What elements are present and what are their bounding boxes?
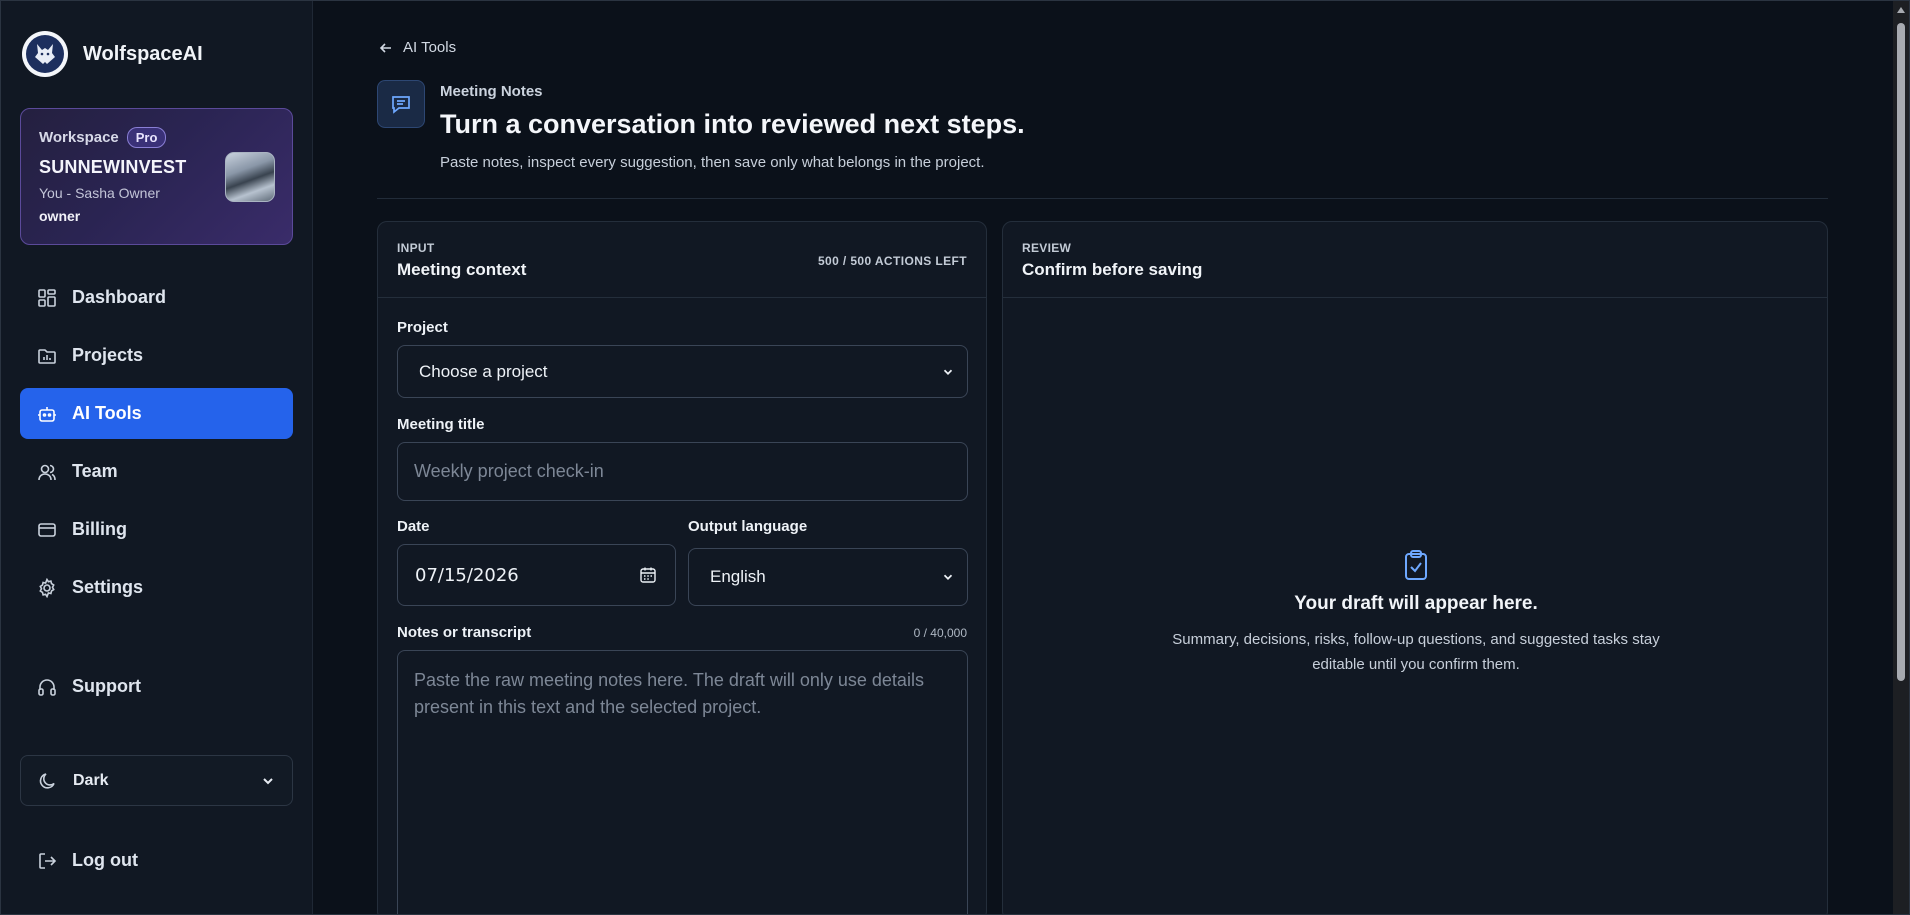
sidebar-item-label: Team (72, 461, 118, 481)
gear-icon (36, 577, 58, 599)
empty-title: Your draft will appear here. (1294, 593, 1538, 614)
brand-name: WolfspaceAI (83, 42, 203, 65)
logout-button[interactable]: Log out (20, 835, 293, 886)
headphones-icon (36, 676, 58, 698)
project-label: Project (397, 319, 448, 336)
output-language-value: English (710, 567, 766, 586)
back-link-label: AI Tools (403, 39, 457, 56)
chevron-down-icon (941, 365, 955, 379)
sidebar-item-label: AI Tools (72, 403, 142, 423)
chevron-down-icon (941, 570, 955, 584)
notes-placeholder: Paste the raw meeting notes here. The dr… (414, 670, 924, 717)
sidebar-item-settings[interactable]: Settings (20, 562, 293, 613)
output-language-select[interactable]: English (688, 548, 968, 606)
logout-label: Log out (72, 850, 138, 870)
back-link[interactable]: AI Tools (378, 39, 456, 56)
sidebar-item-label: Projects (72, 345, 144, 365)
sidebar-item-label: Settings (72, 577, 144, 597)
review-panel: REVIEW Confirm before saving Your draft … (1002, 221, 1828, 915)
scroll-up-arrow-icon[interactable] (1897, 7, 1905, 13)
credit-card-icon (36, 519, 58, 541)
sidebar-item-support[interactable]: Support (20, 661, 293, 712)
main-content: AI Tools Meeting Notes Turn a conversati… (314, 1, 1892, 915)
chevron-down-icon (260, 773, 276, 789)
sidebar-nav: Dashboard Projects AI Tools Team Billing… (20, 272, 293, 620)
meeting-title-placeholder: Weekly project check-in (414, 461, 604, 481)
sidebar-item-label: Billing (72, 519, 127, 539)
moon-icon (37, 770, 59, 792)
notes-char-counter: 0 / 40,000 (913, 626, 967, 640)
users-icon (36, 461, 58, 483)
date-label: Date (397, 518, 430, 535)
page-subtitle: Paste notes, inspect every suggestion, t… (440, 154, 985, 171)
review-eyebrow: REVIEW (1022, 241, 1072, 255)
sidebar-item-label: Support (72, 676, 141, 696)
workspace-avatar (225, 152, 275, 202)
robot-icon (36, 403, 58, 425)
notes-label: Notes or transcript (397, 624, 532, 641)
meeting-title-input[interactable]: Weekly project check-in (397, 442, 968, 501)
meeting-title-label: Meeting title (397, 416, 485, 433)
folder-icon (36, 345, 58, 367)
workspace-role: owner (39, 208, 81, 224)
sidebar-item-label: Dashboard (72, 287, 167, 307)
brand[interactable]: WolfspaceAI (22, 31, 203, 77)
project-select[interactable]: Choose a project (397, 345, 968, 398)
empty-description: Summary, decisions, risks, follow-up que… (1172, 631, 1660, 673)
theme-select[interactable]: Dark (20, 755, 293, 806)
sidebar-item-team[interactable]: Team (20, 446, 293, 497)
project-select-value: Choose a project (419, 361, 548, 381)
page-title: Turn a conversation into reviewed next s… (440, 109, 1025, 139)
page-eyebrow: Meeting Notes (440, 83, 543, 100)
calendar-icon[interactable] (639, 566, 657, 584)
arrow-left-icon (378, 40, 394, 56)
logout-icon (36, 850, 58, 872)
review-empty-state: Your draft will appear here. Summary, de… (1003, 549, 1829, 677)
date-input[interactable]: 07/15/2026 (397, 544, 676, 606)
wolf-logo-icon (22, 31, 68, 77)
input-eyebrow: INPUT (397, 241, 435, 255)
workspace-card[interactable]: Workspace Pro SUNNEWINVEST You - Sasha O… (20, 108, 293, 245)
input-panel: INPUT Meeting context 500 / 500 ACTIONS … (377, 221, 987, 915)
dashboard-icon (36, 287, 58, 309)
sidebar-item-billing[interactable]: Billing (20, 504, 293, 555)
theme-select-value: Dark (73, 771, 109, 789)
notes-textarea[interactable]: Paste the raw meeting notes here. The dr… (397, 650, 968, 915)
sidebar-item-projects[interactable]: Projects (20, 330, 293, 381)
plan-badge: Pro (126, 127, 167, 148)
divider (377, 198, 1828, 199)
workspace-label: Workspace (39, 129, 119, 146)
chat-icon (377, 80, 425, 128)
scrollbar-thumb[interactable] (1897, 23, 1905, 681)
sidebar: WolfspaceAI Workspace Pro SUNNEWINVEST Y… (1, 1, 313, 914)
output-language-label: Output language (688, 518, 808, 535)
actions-left-badge: 500 / 500 ACTIONS LEFT (817, 254, 967, 268)
clipboard-check-icon (1003, 549, 1829, 581)
date-value: 07/15/2026 (415, 564, 519, 586)
review-title: Confirm before saving (1022, 260, 1203, 279)
sidebar-item-ai-tools[interactable]: AI Tools (20, 388, 293, 439)
scrollbar[interactable] (1893, 1, 1909, 914)
sidebar-item-dashboard[interactable]: Dashboard (20, 272, 293, 323)
